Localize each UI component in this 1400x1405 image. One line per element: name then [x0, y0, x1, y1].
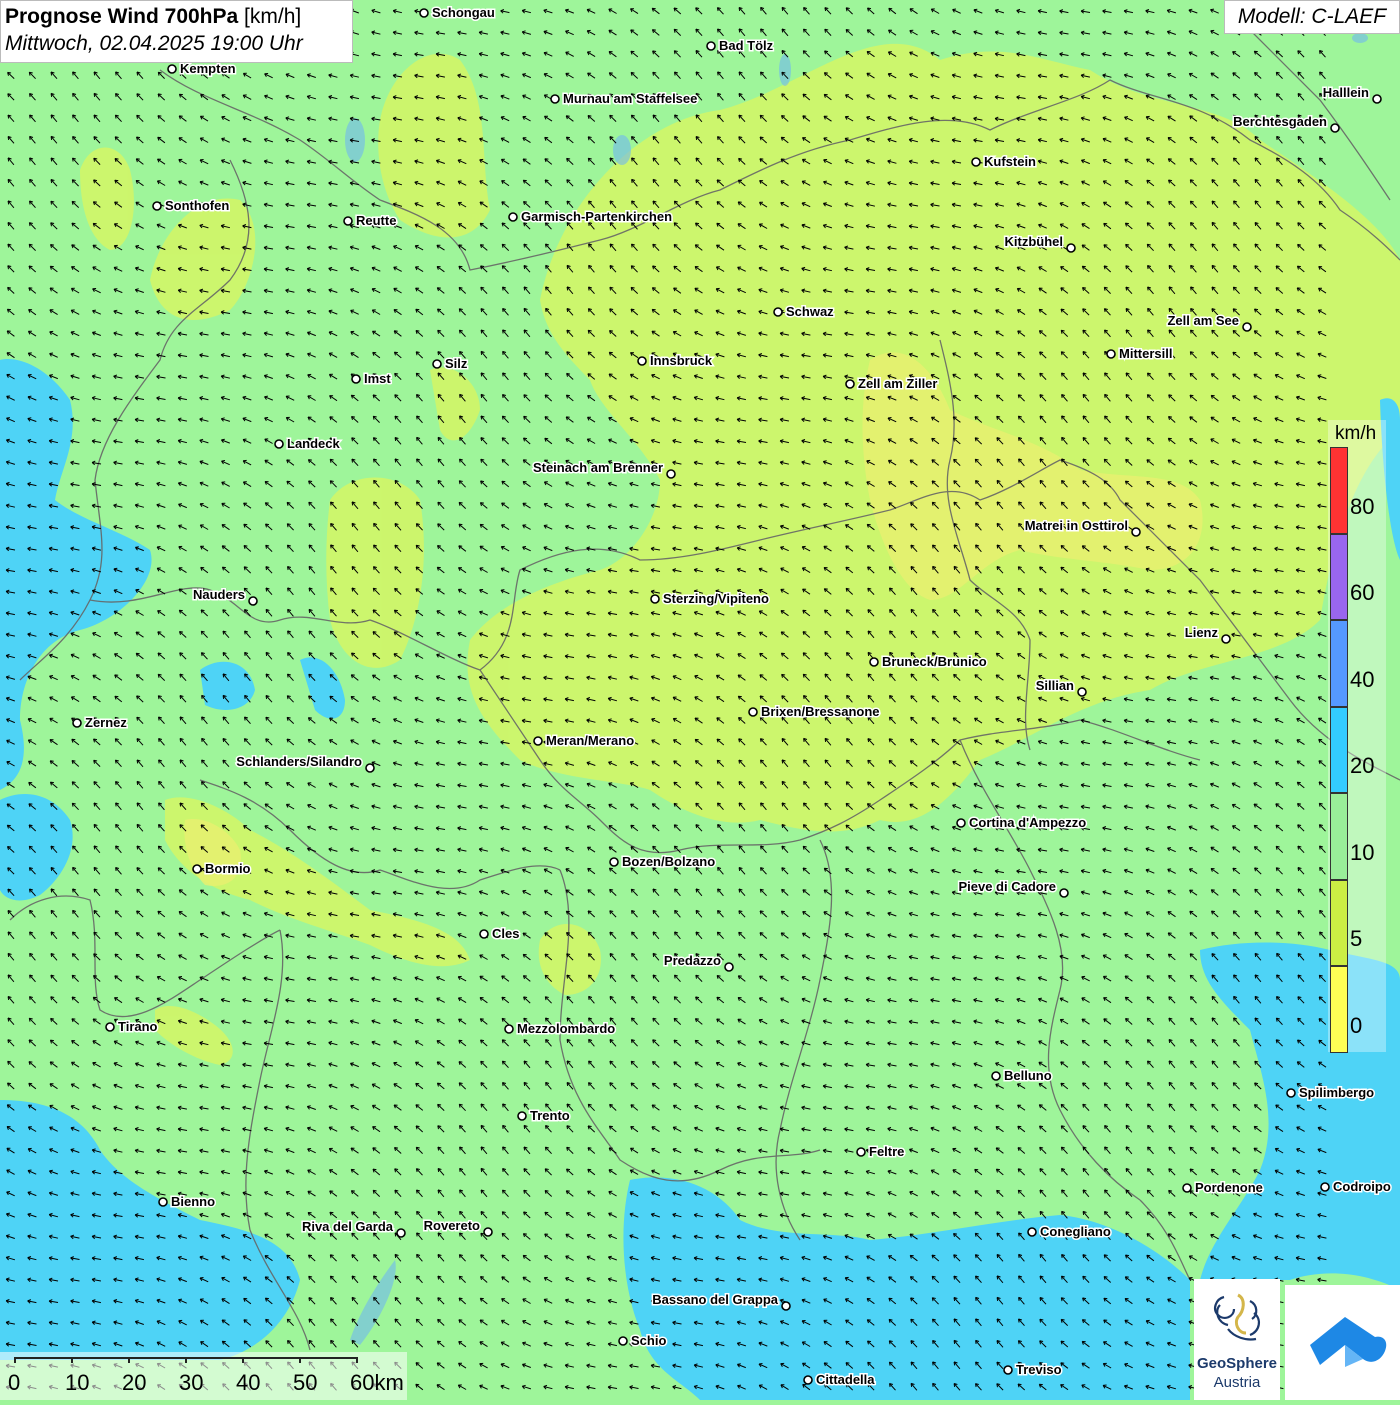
- wind-map: SchongauBad TölzKemptenMurnau am Staffel…: [0, 0, 1400, 1400]
